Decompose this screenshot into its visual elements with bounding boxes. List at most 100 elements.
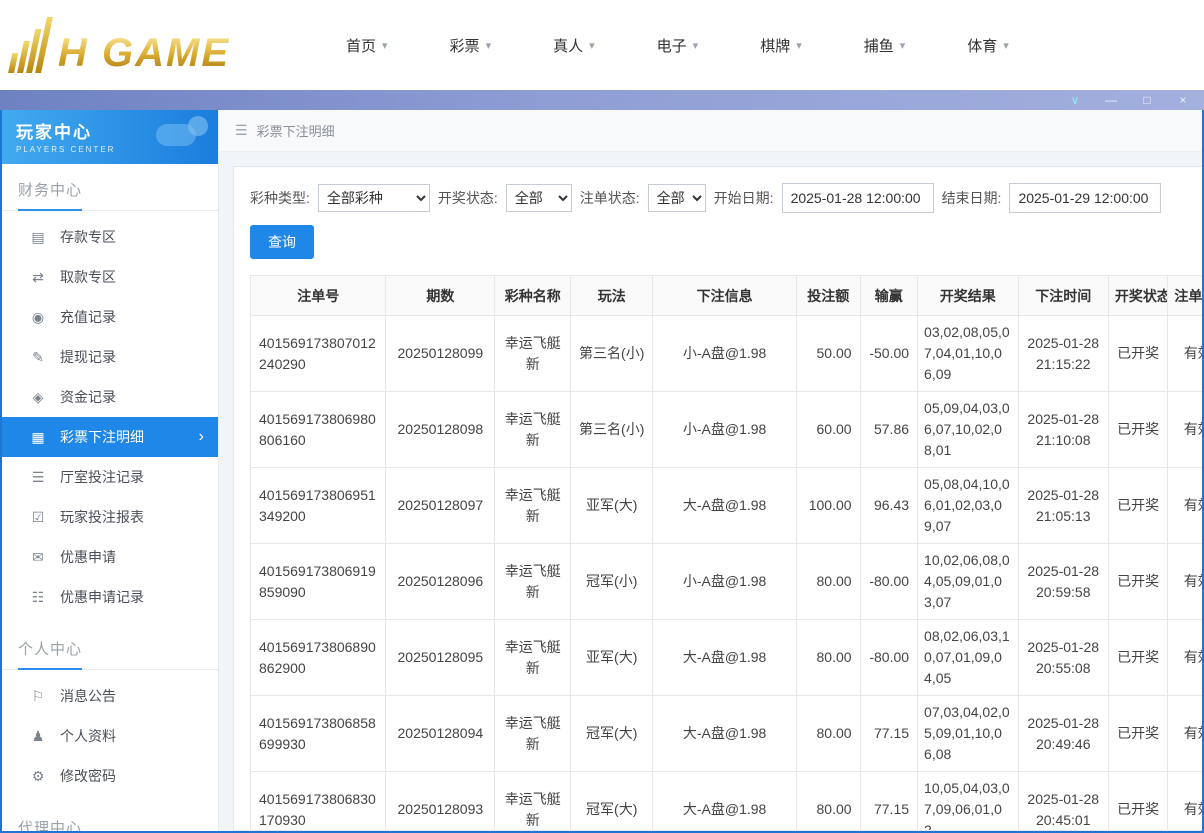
sidebar-item[interactable]: ♟ 个人资料 <box>2 716 218 756</box>
sidebar-item[interactable]: ☑ 玩家投注报表 <box>2 497 218 537</box>
maximize-button[interactable]: □ <box>1140 94 1154 106</box>
sidebar-item[interactable]: ▦ 彩票下注明细 › <box>2 417 218 457</box>
cell-lottery-name: 幸运飞艇新 <box>495 316 571 392</box>
cell-period: 20250128093 <box>386 772 495 832</box>
nav-item-label: 捕鱼 <box>864 35 894 56</box>
cell-draw-result: 03,02,08,05,07,04,01,10,06,09 <box>918 316 1019 392</box>
draw-status-select[interactable]: 全部 <box>506 184 572 212</box>
sidebar-item[interactable]: ✎ 提现记录 <box>2 337 218 377</box>
section-heading-personal: 个人中心 <box>2 623 218 670</box>
cell-bet-info: 小-A盘@1.98 <box>653 392 797 468</box>
nav-item[interactable]: 棋牌 ▾ <box>760 35 802 56</box>
column-header: 输赢 <box>860 276 917 316</box>
sidebar-item[interactable]: ◉ 充值记录 <box>2 297 218 337</box>
column-header: 下注信息 <box>653 276 797 316</box>
draw-status-label: 开奖状态: <box>438 188 498 208</box>
cell-bet-time: 2025-01-28 21:05:13 <box>1018 468 1108 544</box>
top-navigation: 首页 ▾ 彩票 ▾ 真人 ▾ 电子 ▾ 棋牌 ▾ <box>346 35 1009 56</box>
sidebar-header: 玩家中心 PLAYERS CENTER <box>2 110 218 164</box>
section-heading-finance: 财务中心 <box>2 164 218 211</box>
cell-play-type: 冠军(大) <box>571 696 653 772</box>
cell-period: 20250128096 <box>386 544 495 620</box>
cell-lottery-name: 幸运飞艇新 <box>495 468 571 544</box>
chevron-down-icon: ▾ <box>900 39 906 52</box>
brand-logo: H GAME <box>14 17 294 73</box>
lottery-type-select[interactable]: 全部彩种 <box>318 184 430 212</box>
cell-bet-amount: 80.00 <box>796 696 860 772</box>
nav-item-label: 棋牌 <box>760 35 790 56</box>
cell-bet-time: 2025-01-28 20:49:46 <box>1018 696 1108 772</box>
nav-item[interactable]: 彩票 ▾ <box>450 35 492 56</box>
end-date-input[interactable] <box>1009 183 1161 213</box>
nav-item[interactable]: 真人 ▾ <box>553 35 595 56</box>
sidebar-item[interactable]: ⚙ 修改密码 <box>2 756 218 796</box>
game-controller-icon <box>152 116 208 158</box>
cell-bet-info: 小-A盘@1.98 <box>653 544 797 620</box>
sidebar-item[interactable]: ✉ 优惠申请 <box>2 537 218 577</box>
window-chevron-icon[interactable]: ∨ <box>1068 94 1082 106</box>
table-row: 401569173806951349200 20250128097 幸运飞艇新 … <box>251 468 1203 544</box>
cell-period: 20250128095 <box>386 620 495 696</box>
sidebar-item[interactable]: ▤ 存款专区 <box>2 217 218 257</box>
search-button[interactable]: 查询 <box>250 225 314 259</box>
page-title: 彩票下注明细 <box>257 121 335 140</box>
withdraw-icon: ⇄ <box>30 269 46 286</box>
cell-bet-time: 2025-01-28 20:59:58 <box>1018 544 1108 620</box>
cell-bet-id: 401569173806830170930 <box>251 772 386 832</box>
cell-draw-status: 已开奖 <box>1108 772 1168 832</box>
table-row: 401569173806858699930 20250128094 幸运飞艇新 … <box>251 696 1203 772</box>
cell-win-loss: -80.00 <box>860 620 917 696</box>
cell-bet-time: 2025-01-28 21:10:08 <box>1018 392 1108 468</box>
minimize-button[interactable]: — <box>1104 94 1118 106</box>
bank-card-icon: ▤ <box>30 229 46 246</box>
nav-item[interactable]: 电子 ▾ <box>657 35 699 56</box>
sidebar-item-label: 取款专区 <box>60 267 116 287</box>
sidebar-item[interactable]: ⚐ 消息公告 <box>2 676 218 716</box>
cell-bet-amount: 50.00 <box>796 316 860 392</box>
sidebar-item-label: 修改密码 <box>60 766 116 786</box>
cell-play-type: 第三名(小) <box>571 392 653 468</box>
cell-bet-status: 有效 <box>1168 392 1202 468</box>
withdraw-record-icon: ✎ <box>30 349 46 366</box>
cell-bet-id: 401569173806951349200 <box>251 468 386 544</box>
cell-draw-result: 05,09,04,03,06,07,10,02,08,01 <box>918 392 1019 468</box>
hall-bet-record-icon: ☰ <box>30 469 46 486</box>
hamburger-icon[interactable]: ☰ <box>235 122 248 139</box>
cell-bet-id: 401569173806919859090 <box>251 544 386 620</box>
section-heading-agent: 代理中心 <box>2 802 218 831</box>
nav-item[interactable]: 首页 ▾ <box>346 35 388 56</box>
column-header: 注单状态 <box>1168 276 1202 316</box>
window-body: 玩家中心 PLAYERS CENTER 财务中心 ▤ 存款专区 ⇄ 取款专区 <box>0 110 1204 833</box>
table-row: 401569173806980806160 20250128098 幸运飞艇新 … <box>251 392 1203 468</box>
bell-icon: ⚐ <box>30 688 46 705</box>
cell-draw-result: 08,02,06,03,10,07,01,09,04,05 <box>918 620 1019 696</box>
cell-play-type: 第三名(小) <box>571 316 653 392</box>
nav-item[interactable]: 体育 ▾ <box>967 35 1009 56</box>
cell-bet-time: 2025-01-28 20:45:01 <box>1018 772 1108 832</box>
cell-draw-status: 已开奖 <box>1108 468 1168 544</box>
sidebar-item[interactable]: ☰ 厅室投注记录 <box>2 457 218 497</box>
cell-bet-info: 小-A盘@1.98 <box>653 316 797 392</box>
chevron-down-icon: ▾ <box>1003 39 1009 52</box>
sidebar-item[interactable]: ☷ 优惠申请记录 <box>2 577 218 617</box>
cell-draw-status: 已开奖 <box>1108 620 1168 696</box>
close-button[interactable]: × <box>1176 94 1190 106</box>
finance-menu: ▤ 存款专区 ⇄ 取款专区 ◉ 充值记录 ✎ <box>2 211 218 623</box>
cell-bet-status: 有效 <box>1168 772 1202 832</box>
cell-bet-amount: 100.00 <box>796 468 860 544</box>
cell-draw-result: 05,08,04,10,06,01,02,03,09,07 <box>918 468 1019 544</box>
bet-status-select[interactable]: 全部 <box>648 184 706 212</box>
sidebar-item[interactable]: ◈ 资金记录 <box>2 377 218 417</box>
table-row: 401569173806890862900 20250128095 幸运飞艇新 … <box>251 620 1203 696</box>
cell-bet-status: 有效 <box>1168 544 1202 620</box>
start-date-input[interactable] <box>782 183 934 213</box>
cell-bet-info: 大-A盘@1.98 <box>653 696 797 772</box>
sidebar-item[interactable]: ⇄ 取款专区 <box>2 257 218 297</box>
main-content: ☰ 彩票下注明细 彩种类型: 全部彩种 开奖状态: 全部 注单状态: 全部 开始… <box>219 110 1202 831</box>
cell-lottery-name: 幸运飞艇新 <box>495 620 571 696</box>
chevron-right-icon: › <box>199 428 204 446</box>
chevron-down-icon: ▾ <box>486 39 492 52</box>
cell-period: 20250128094 <box>386 696 495 772</box>
cell-bet-status: 有效 <box>1168 620 1202 696</box>
nav-item[interactable]: 捕鱼 ▾ <box>864 35 906 56</box>
